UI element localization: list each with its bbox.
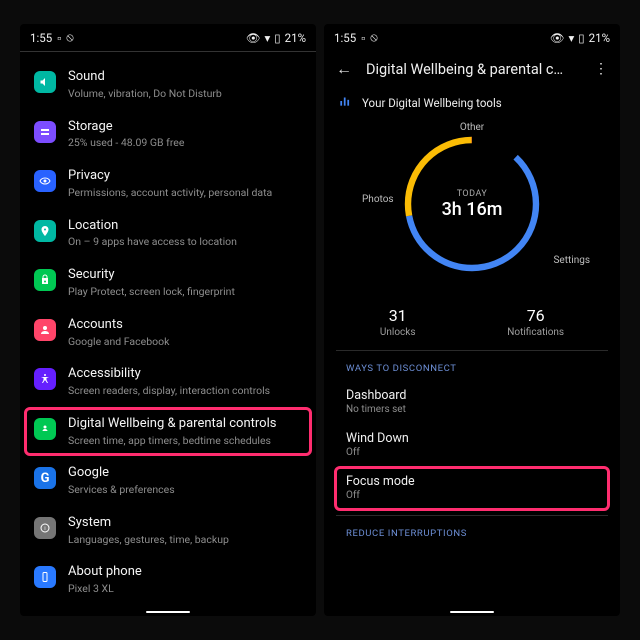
settings-row-accounts[interactable]: AccountsGoogle and Facebook: [20, 308, 316, 358]
eye-icon: 👁: [246, 31, 261, 45]
battery-pct: 21%: [285, 31, 306, 45]
app-header: ← Digital Wellbeing & parental c… ⋮: [324, 49, 620, 87]
item-focusmode[interactable]: Focus mode Off: [324, 466, 620, 509]
phone-icon: [34, 566, 56, 588]
battery-icon: ▯: [578, 31, 584, 45]
accounts-icon: [34, 319, 56, 341]
privacy-icon: [34, 170, 56, 192]
accessibility-icon: [34, 368, 56, 390]
eye-icon: 👁: [550, 31, 565, 45]
screen-time-chart[interactable]: TODAY 3h 16m Other Photos Settings: [324, 120, 620, 292]
settings-row-about[interactable]: About phonePixel 3 XL: [20, 555, 316, 605]
dnd-icon: ⦸: [370, 30, 378, 45]
status-bar: 1:55 ▫ ⦸ 👁 ▾ ▯ 21%: [324, 24, 620, 49]
wellbeing-icon: [34, 418, 56, 440]
dnd-icon: ⦸: [66, 30, 74, 45]
system-icon: i: [34, 517, 56, 539]
item-dashboard[interactable]: Dashboard No timers set: [324, 380, 620, 423]
settings-row-location[interactable]: LocationOn – 9 apps have access to locat…: [20, 209, 316, 259]
status-bar: 1:55 ▫ ⦸ 👁 ▾ ▯ 21%: [20, 24, 316, 49]
settings-screen: 1:55 ▫ ⦸ 👁 ▾ ▯ 21% SoundVolume, vibratio…: [20, 24, 316, 616]
chart-today-label: TODAY: [457, 189, 488, 199]
chart-label-other: Other: [460, 122, 484, 133]
settings-row-sound[interactable]: SoundVolume, vibration, Do Not Disturb: [20, 60, 316, 110]
wifi-icon: ▾: [265, 31, 271, 45]
chart-label-settings: Settings: [553, 255, 590, 266]
stats-row: 31 Unlocks 76 Notifications: [324, 292, 620, 350]
nav-indicator[interactable]: [146, 611, 190, 613]
settings-row-accessibility[interactable]: AccessibilityScreen readers, display, in…: [20, 357, 316, 407]
image-icon: ▫: [361, 31, 365, 45]
chart-time: 3h 16m: [442, 199, 503, 220]
stat-notifications[interactable]: 76 Notifications: [507, 306, 564, 338]
battery-pct: 21%: [589, 31, 610, 45]
google-icon: G: [34, 467, 56, 489]
tools-row: Your Digital Wellbeing tools: [324, 87, 620, 120]
security-icon: [34, 269, 56, 291]
clock: 1:55: [334, 31, 356, 45]
storage-icon: [34, 121, 56, 143]
settings-row-wellbeing[interactable]: Digital Wellbeing & parental controlsScr…: [20, 407, 316, 457]
sound-icon: [34, 71, 56, 93]
settings-row-storage[interactable]: Storage25% used - 48.09 GB free: [20, 110, 316, 160]
chart-label-photos: Photos: [362, 194, 394, 205]
clock: 1:55: [30, 31, 52, 45]
settings-row-privacy[interactable]: PrivacyPermissions, account activity, pe…: [20, 159, 316, 209]
wifi-icon: ▾: [569, 31, 575, 45]
battery-icon: ▯: [274, 31, 280, 45]
divider: [20, 51, 316, 52]
settings-row-google[interactable]: G GoogleServices & preferences: [20, 456, 316, 506]
image-icon: ▫: [57, 31, 61, 45]
more-icon[interactable]: ⋮: [594, 61, 608, 77]
section-reduce: REDUCE INTERRUPTIONS: [324, 516, 620, 545]
stat-unlocks[interactable]: 31 Unlocks: [380, 306, 416, 338]
tools-label: Your Digital Wellbeing tools: [362, 96, 502, 110]
bar-chart-icon: [338, 93, 352, 112]
wellbeing-screen: 1:55 ▫ ⦸ 👁 ▾ ▯ 21% ← Digital Wellbeing &…: [324, 24, 620, 616]
item-winddown[interactable]: Wind Down Off: [324, 423, 620, 466]
page-title: Digital Wellbeing & parental c…: [366, 61, 580, 78]
svg-text:i: i: [44, 526, 45, 532]
settings-row-system[interactable]: i SystemLanguages, gestures, time, backu…: [20, 506, 316, 556]
settings-list[interactable]: SoundVolume, vibration, Do Not Disturb S…: [20, 60, 316, 616]
location-icon: [34, 220, 56, 242]
section-disconnect: WAYS TO DISCONNECT: [324, 351, 620, 380]
settings-row-security[interactable]: SecurityPlay Protect, screen lock, finge…: [20, 258, 316, 308]
nav-indicator[interactable]: [450, 611, 494, 613]
back-icon[interactable]: ←: [336, 59, 352, 79]
